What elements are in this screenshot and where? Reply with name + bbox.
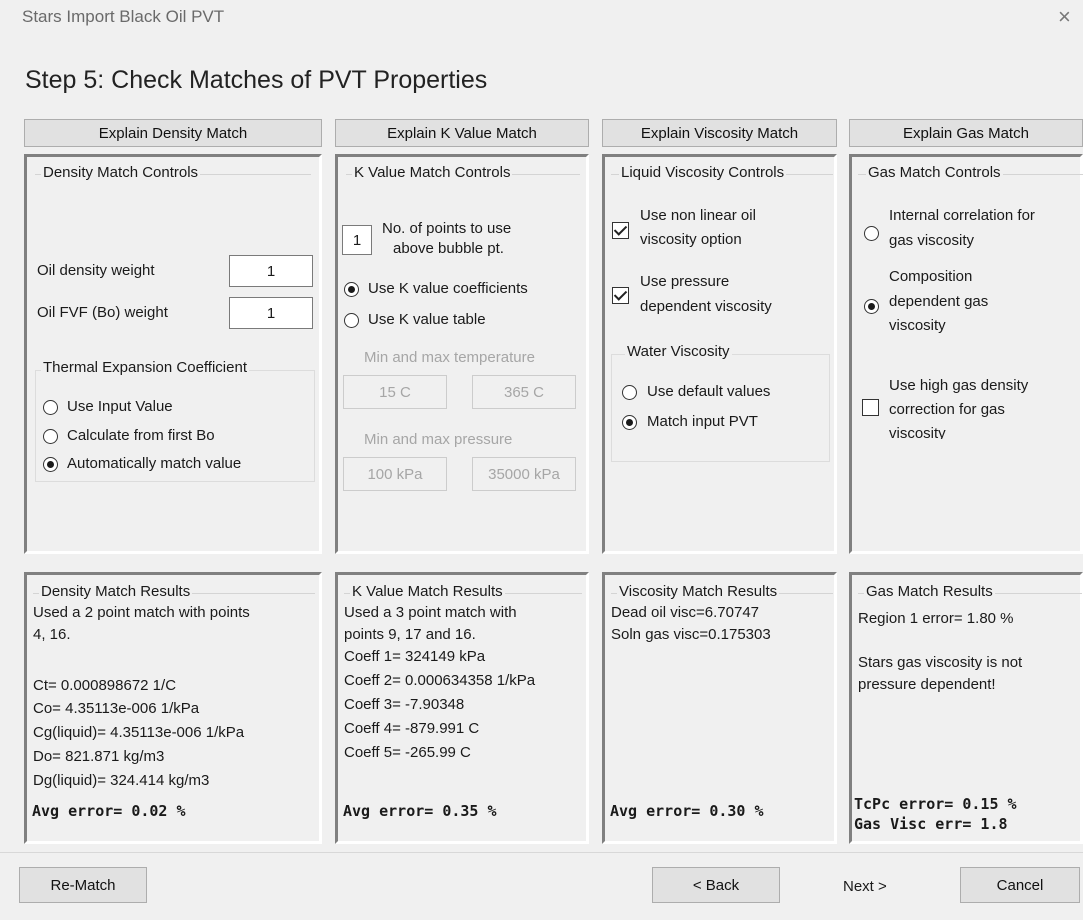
calculate-from-first-bo-label[interactable]: Calculate from first Bo (67, 427, 215, 444)
kvalue-results-title: K Value Match Results (350, 583, 505, 600)
viscosity-avg-error: Avg error= 0.30 % (610, 802, 764, 820)
result-line: Coeff 3= -7.90348 (344, 696, 465, 713)
high-gas-density-line1[interactable]: Use high gas density (889, 377, 1028, 394)
viscosity-results-title: Viscosity Match Results (617, 583, 780, 600)
explain-density-button[interactable]: Explain Density Match (24, 119, 322, 147)
kvalue-avg-error: Avg error= 0.35 % (343, 802, 497, 820)
pressure-dependent-line1[interactable]: Use pressure (640, 273, 729, 290)
nonlinear-viscosity-line1[interactable]: Use non linear oil (640, 207, 756, 224)
max-pressure-input[interactable]: 35000 kPa (472, 457, 576, 491)
thermal-expansion-title: Thermal Expansion Coefficient (41, 359, 249, 376)
use-default-values-label[interactable]: Use default values (647, 383, 770, 400)
kvalue-results-panel: K Value Match Results Used a 3 point mat… (335, 572, 589, 844)
density-avg-error: Avg error= 0.02 % (32, 802, 186, 820)
kvalue-controls-panel: K Value Match Controls 1 No. of points t… (335, 154, 589, 554)
gas-controls-panel: Gas Match Controls Internal correlation … (849, 154, 1083, 554)
explain-kvalue-button[interactable]: Explain K Value Match (335, 119, 589, 147)
use-k-table-label[interactable]: Use K value table (368, 311, 486, 328)
close-icon[interactable]: × (1058, 6, 1071, 28)
use-k-table-radio[interactable] (344, 313, 359, 328)
gas-results-title: Gas Match Results (864, 583, 995, 600)
points-above-bubble-input[interactable]: 1 (342, 225, 372, 255)
result-line: Coeff 4= -879.991 C (344, 720, 480, 737)
viscosity-controls-title: Liquid Viscosity Controls (619, 164, 787, 181)
result-line: points 9, 17 and 16. (344, 626, 476, 643)
back-button[interactable]: < Back (652, 867, 780, 903)
composition-dependent-line3[interactable]: viscosity (889, 317, 946, 334)
use-k-coefficients-radio[interactable] (344, 282, 359, 297)
oil-fvf-weight-label: Oil FVF (Bo) weight (37, 304, 168, 321)
internal-correlation-radio[interactable] (864, 226, 879, 241)
match-input-pvt-radio[interactable] (622, 415, 637, 430)
explain-gas-button[interactable]: Explain Gas Match (849, 119, 1083, 147)
density-controls-title: Density Match Controls (41, 164, 201, 181)
use-default-values-radio[interactable] (622, 385, 637, 400)
rematch-button[interactable]: Re-Match (19, 867, 147, 903)
oil-density-weight-label: Oil density weight (37, 262, 155, 279)
use-k-coefficients-label[interactable]: Use K value coefficients (368, 280, 528, 297)
use-input-value-radio[interactable] (43, 400, 58, 415)
gas-controls-title: Gas Match Controls (866, 164, 1003, 181)
result-line: Used a 2 point match with points (33, 604, 250, 621)
water-viscosity-title: Water Viscosity (625, 343, 732, 360)
gas-tcpc-error: TcPc error= 0.15 % (854, 795, 1017, 813)
water-viscosity-group (611, 354, 830, 462)
result-line: Ct= 0.000898672 1/C (33, 677, 177, 694)
result-line: Region 1 error= 1.80 % (858, 610, 1014, 627)
calculate-from-first-bo-radio[interactable] (43, 429, 58, 444)
window-title: Stars Import Black Oil PVT (22, 7, 225, 26)
density-results-panel: Density Match Results Used a 2 point mat… (24, 572, 322, 844)
composition-dependent-radio[interactable] (864, 299, 879, 314)
result-line: Used a 3 point match with (344, 604, 517, 621)
pressure-dependent-line2[interactable]: dependent viscosity (640, 298, 772, 315)
oil-fvf-weight-input[interactable]: 1 (229, 297, 313, 329)
next-button[interactable]: Next > (843, 878, 887, 895)
high-gas-density-line2[interactable]: correction for gas (889, 401, 1005, 418)
result-line: Coeff 5= -265.99 C (344, 744, 471, 761)
pressure-dependent-checkbox[interactable] (612, 287, 629, 304)
internal-correlation-line1[interactable]: Internal correlation for (889, 207, 1035, 224)
result-line: Do= 821.871 kg/m3 (33, 748, 165, 765)
viscosity-results-panel: Viscosity Match Results Dead oil visc=6.… (602, 572, 837, 844)
oil-density-weight-input[interactable]: 1 (229, 255, 313, 287)
viscosity-controls-panel: Liquid Viscosity Controls Use non linear… (602, 154, 837, 554)
page-title: Step 5: Check Matches of PVT Properties (25, 66, 488, 94)
max-temperature-input[interactable]: 365 C (472, 375, 576, 409)
result-line: Stars gas viscosity is not (858, 654, 1023, 671)
explain-viscosity-button[interactable]: Explain Viscosity Match (602, 119, 837, 147)
result-line: Coeff 2= 0.000634358 1/kPa (344, 672, 536, 689)
composition-dependent-line2[interactable]: dependent gas (889, 293, 988, 310)
result-line: Co= 4.35113e-006 1/kPa (33, 700, 200, 717)
result-line: Dg(liquid)= 324.414 kg/m3 (33, 772, 210, 789)
result-line: Soln gas visc=0.175303 (611, 626, 771, 643)
composition-dependent-line1[interactable]: Composition (889, 268, 972, 285)
nonlinear-viscosity-line2[interactable]: viscosity option (640, 231, 742, 248)
result-line: pressure dependent! (858, 676, 996, 693)
temperature-range-label: Min and max temperature (364, 349, 535, 366)
match-input-pvt-label[interactable]: Match input PVT (647, 413, 758, 430)
nonlinear-viscosity-checkbox[interactable] (612, 222, 629, 239)
automatically-match-value-radio[interactable] (43, 457, 58, 472)
high-gas-density-checkbox[interactable] (862, 399, 879, 416)
points-label-line2: above bubble pt. (393, 240, 504, 257)
kvalue-controls-title: K Value Match Controls (352, 164, 513, 181)
result-line: 4, 16. (33, 626, 71, 643)
min-temperature-input[interactable]: 15 C (343, 375, 447, 409)
high-gas-density-line3[interactable]: viscosity (889, 425, 946, 439)
min-pressure-input[interactable]: 100 kPa (343, 457, 447, 491)
cancel-button[interactable]: Cancel (960, 867, 1080, 903)
points-label-line1: No. of points to use (382, 220, 512, 237)
automatically-match-value-label[interactable]: Automatically match value (67, 455, 241, 472)
result-line: Cg(liquid)= 4.35113e-006 1/kPa (33, 724, 245, 741)
result-line: Dead oil visc=6.70747 (611, 604, 760, 621)
density-results-title: Density Match Results (39, 583, 193, 600)
result-line: Coeff 1= 324149 kPa (344, 648, 486, 665)
gas-results-panel: Gas Match Results Region 1 error= 1.80 %… (849, 572, 1083, 844)
gas-visc-error: Gas Visc err= 1.8 (854, 815, 1008, 833)
density-controls-panel: Density Match Controls Oil density weigh… (24, 154, 322, 554)
pressure-range-label: Min and max pressure (364, 431, 513, 448)
internal-correlation-line2[interactable]: gas viscosity (889, 232, 974, 249)
use-input-value-label[interactable]: Use Input Value (67, 398, 173, 415)
